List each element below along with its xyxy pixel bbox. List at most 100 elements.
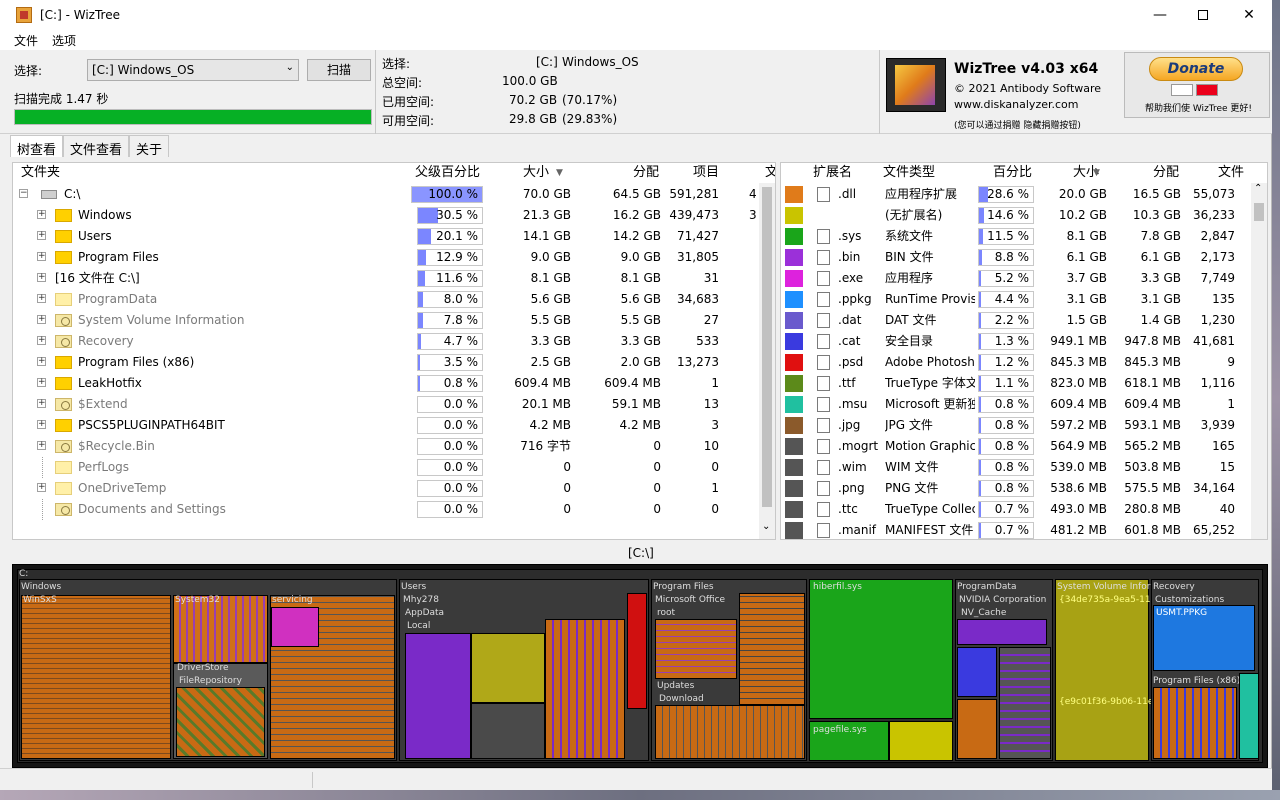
tab-file-view[interactable]: 文件查看 <box>63 135 130 158</box>
ext-row[interactable]: .mogrt Motion Graphics 0.8 % 564.9 MB 565.2 … <box>781 436 1251 457</box>
tree-row[interactable]: + System Volume Information 7.8 % 5.5 GB 5.5… <box>13 310 761 331</box>
tm-office-root[interactable] <box>655 619 737 679</box>
expand-icon[interactable]: + <box>37 294 46 303</box>
ext-row[interactable]: .dll 应用程序扩展 28.6 % 20.0 GB 16.5 GB 55,073 <box>781 184 1251 205</box>
expand-icon[interactable]: + <box>37 252 46 261</box>
tm-servicing-block[interactable] <box>271 607 319 647</box>
tree-scrollbar[interactable]: ⌄ <box>759 183 775 539</box>
tm-winsxs[interactable] <box>21 595 171 759</box>
header-parent-pct[interactable]: 父级百分比 <box>415 163 480 183</box>
tm-filerepository[interactable] <box>176 687 265 757</box>
tree-row[interactable]: + PSCS5PLUGINPATH64BIT 0.0 % 4.2 MB 4.2 MB 3 <box>13 415 761 436</box>
ext-row[interactable]: .ttf TrueType 字体文 1.1 % 823.0 MB 618.1 MB 1,1… <box>781 373 1251 394</box>
tree-row[interactable]: + Recovery 4.7 % 3.3 GB 3.3 GB 533 <box>13 331 761 352</box>
tm-programdata-blue[interactable] <box>957 647 997 697</box>
header-folder[interactable]: 文件夹 <box>21 163 60 183</box>
menu-options[interactable]: 选项 <box>52 32 76 49</box>
tree-row[interactable]: + Windows 30.5 % 21.3 GB 16.2 GB 439,473 3 <box>13 205 761 226</box>
tree-row[interactable]: PerfLogs 0.0 % 0 0 0 <box>13 457 761 478</box>
tree-row[interactable]: + LeakHotfix 0.8 % 609.4 MB 609.4 MB 1 <box>13 373 761 394</box>
expand-icon[interactable]: + <box>37 378 46 387</box>
collapse-icon[interactable]: − <box>19 189 28 198</box>
expand-icon[interactable]: + <box>37 315 46 324</box>
tree-row[interactable]: + Program Files (x86) 3.5 % 2.5 GB 2.0 GB 13,… <box>13 352 761 373</box>
tm-users-red[interactable] <box>627 593 647 709</box>
tree-row[interactable]: + Program Files 12.9 % 9.0 GB 9.0 GB 31,805 <box>13 247 761 268</box>
tree-row[interactable]: − C:\ 100.0 % 70.0 GB 64.5 GB 591,281 4 <box>13 184 761 205</box>
tm-pf-right[interactable] <box>739 593 805 705</box>
tm-pagefile-yellow[interactable] <box>889 721 953 761</box>
ext-row[interactable]: .sys 系统文件 11.5 % 8.1 GB 7.8 GB 2,847 <box>781 226 1251 247</box>
ext-row[interactable]: .exe 应用程序 5.2 % 3.7 GB 3.3 GB 7,749 <box>781 268 1251 289</box>
header-pct[interactable]: 百分比 <box>993 163 1032 183</box>
maximize-button[interactable] <box>1180 0 1226 30</box>
scroll-down-icon[interactable]: ⌄ <box>762 521 770 532</box>
tree-row[interactable]: Documents and Settings 0.0 % 0 0 0 <box>13 499 761 520</box>
header-items[interactable]: 项目 <box>693 163 719 183</box>
ext-pct-text: 1.3 % <box>994 334 1029 348</box>
ext-scroll-thumb[interactable] <box>1254 203 1264 221</box>
tm-hiberfil[interactable] <box>809 579 953 719</box>
expand-icon[interactable]: + <box>37 483 46 492</box>
title-bar[interactable]: [C:] - WizTree — ✕ <box>0 0 1272 30</box>
expand-icon[interactable]: + <box>37 420 46 429</box>
tree-scroll-thumb[interactable] <box>762 187 772 507</box>
expand-icon[interactable]: + <box>37 357 46 366</box>
tm-local-purple[interactable] <box>405 633 471 759</box>
ext-row[interactable]: .manif MANIFEST 文件 0.7 % 481.2 MB 601.8 MB 65… <box>781 520 1251 539</box>
expand-icon[interactable]: + <box>37 273 46 282</box>
ext-row[interactable]: .jpg JPG 文件 0.8 % 597.2 MB 593.1 MB 3,939 <box>781 415 1251 436</box>
ext-row[interactable]: .ppkg RunTime Provisio 4.4 % 3.1 GB 3.1 GB 13… <box>781 289 1251 310</box>
header-ext[interactable]: 扩展名 <box>813 163 852 183</box>
tm-system32[interactable] <box>173 595 268 663</box>
ext-row[interactable]: .dat DAT 文件 2.2 % 1.5 GB 1.4 GB 1,230 <box>781 310 1251 331</box>
header-ext-files[interactable]: 文件 <box>1218 163 1244 183</box>
tab-about[interactable]: 关于 <box>129 135 170 158</box>
expand-icon[interactable]: + <box>37 441 46 450</box>
tree-row[interactable]: + $Extend 0.0 % 20.1 MB 59.1 MB 13 <box>13 394 761 415</box>
tree-row[interactable]: + OneDriveTemp 0.0 % 0 0 1 <box>13 478 761 499</box>
header-ext-alloc[interactable]: 分配 <box>1153 163 1179 183</box>
header-size[interactable]: 大小 <box>523 163 549 183</box>
expand-icon[interactable]: + <box>37 210 46 219</box>
tab-tree-view[interactable]: 树查看 <box>10 135 64 158</box>
tree-row[interactable]: + [16 文件在 C:\] 11.6 % 8.1 GB 8.1 GB 31 <box>13 268 761 289</box>
ext-row[interactable]: .wim WIM 文件 0.8 % 539.0 MB 503.8 MB 15 <box>781 457 1251 478</box>
drive-select[interactable]: [C:] Windows_OS ⌄ <box>87 59 299 81</box>
scan-button[interactable]: 扫描 <box>307 59 371 81</box>
ext-row[interactable]: (无扩展名) 14.6 % 10.2 GB 10.3 GB 36,233 <box>781 205 1251 226</box>
disk-treemap[interactable]: C: Windows WinSxS System32 DriverStore F… <box>12 564 1268 768</box>
ext-row[interactable]: .msu Microsoft 更新独 0.8 % 609.4 MB 609.4 MB 1 <box>781 394 1251 415</box>
menu-file[interactable]: 文件 <box>14 32 38 49</box>
ext-row[interactable]: .ttc TrueType Collecti 0.7 % 493.0 MB 280.8 … <box>781 499 1251 520</box>
header-alloc[interactable]: 分配 <box>633 163 659 183</box>
minimize-button[interactable]: — <box>1137 0 1183 30</box>
ext-row[interactable]: .bin BIN 文件 8.8 % 6.1 GB 6.1 GB 2,173 <box>781 247 1251 268</box>
tm-programdata-orange[interactable] <box>957 699 997 759</box>
tm-recovery-teal[interactable] <box>1239 673 1259 759</box>
tm-local-yellow[interactable] <box>471 633 545 703</box>
tm-svi[interactable] <box>1055 579 1149 761</box>
expand-icon[interactable]: + <box>37 231 46 240</box>
ext-row[interactable]: .png PNG 文件 0.8 % 538.6 MB 575.5 MB 34,164 <box>781 478 1251 499</box>
tm-local-mixed[interactable] <box>545 619 625 759</box>
scroll-up-icon[interactable]: ⌃ <box>1254 183 1262 194</box>
tree-row[interactable]: + Users 20.1 % 14.1 GB 14.2 GB 71,427 <box>13 226 761 247</box>
tm-pf86[interactable] <box>1153 687 1237 759</box>
about-site-link[interactable]: www.diskanalyzer.com <box>954 98 1079 111</box>
tm-local-grey[interactable] <box>471 703 545 759</box>
close-button[interactable]: ✕ <box>1226 0 1272 30</box>
tm-pf-bottom[interactable] <box>655 705 805 759</box>
ext-row[interactable]: .cat 安全目录 1.3 % 949.1 MB 947.8 MB 41,681 <box>781 331 1251 352</box>
expand-icon[interactable]: + <box>37 336 46 345</box>
header-files[interactable]: 文 <box>765 163 775 183</box>
donate-button[interactable]: Donate <box>1149 57 1243 81</box>
header-type[interactable]: 文件类型 <box>883 163 935 183</box>
tm-programdata-mixed[interactable] <box>999 647 1051 759</box>
ext-row[interactable]: .psd Adobe Photosho 1.2 % 845.3 MB 845.3 MB 9 <box>781 352 1251 373</box>
ext-scrollbar[interactable]: ⌃ <box>1251 183 1267 539</box>
tree-row[interactable]: + ProgramData 8.0 % 5.6 GB 5.6 GB 34,683 <box>13 289 761 310</box>
expand-icon[interactable]: + <box>37 399 46 408</box>
tm-nv-cache[interactable] <box>957 619 1047 645</box>
tree-row[interactable]: + $Recycle.Bin 0.0 % 716 字节 0 10 <box>13 436 761 457</box>
